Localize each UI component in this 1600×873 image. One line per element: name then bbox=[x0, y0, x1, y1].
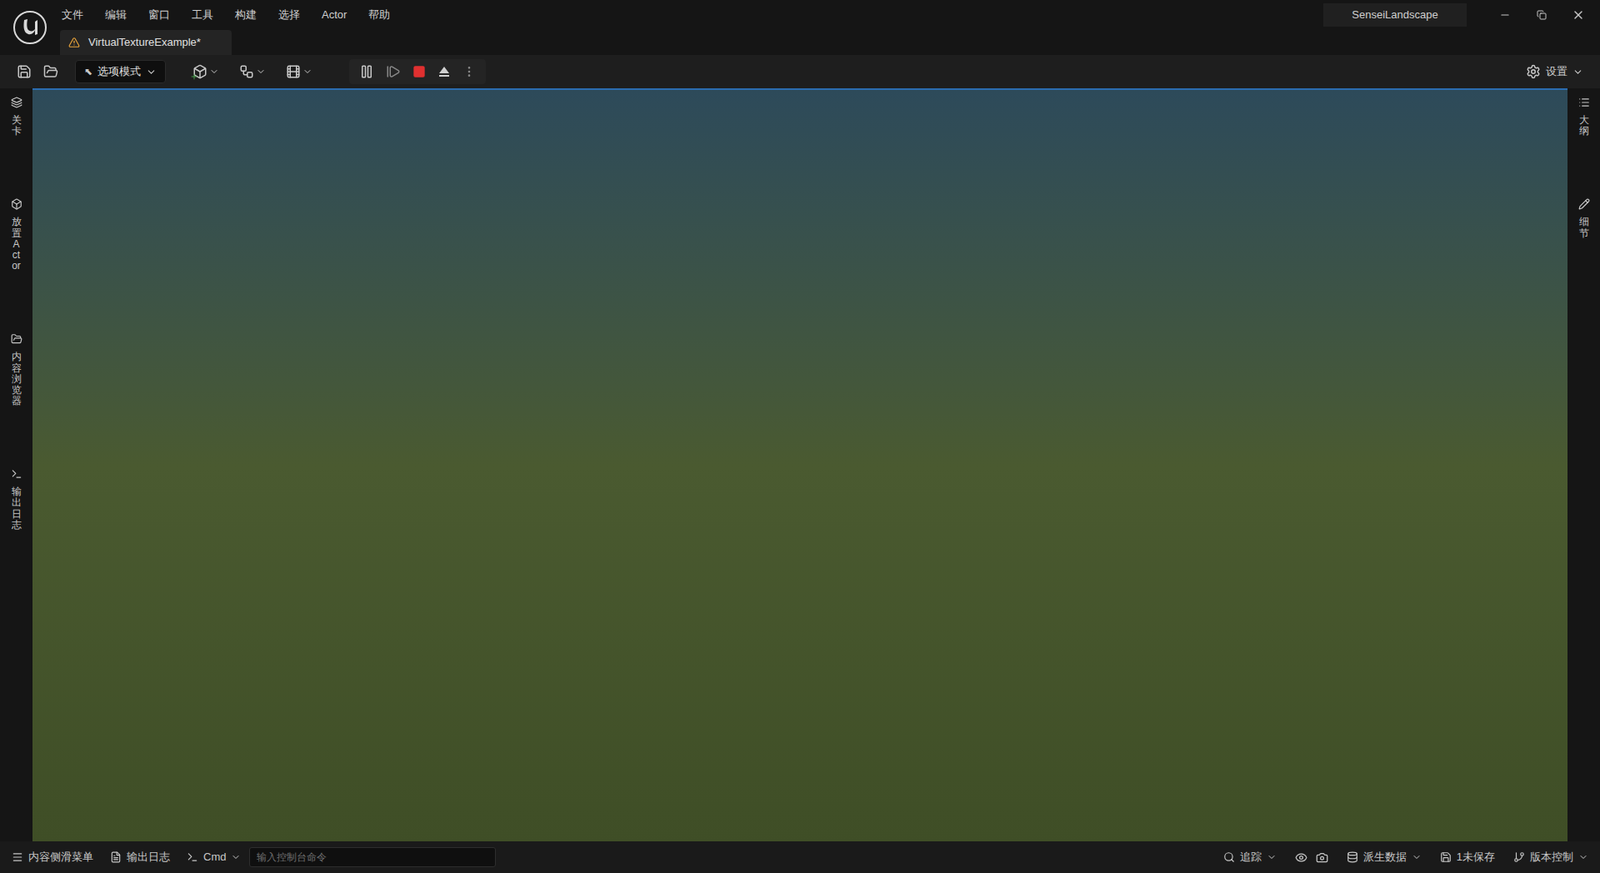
left-rail: 关卡放置Actor 内容浏览器输出日志 bbox=[0, 88, 33, 842]
rail-tab-icon bbox=[1578, 96, 1590, 109]
play-controls bbox=[349, 59, 486, 85]
console-input[interactable]: 输入控制台命令 bbox=[249, 847, 496, 868]
record-icon[interactable] bbox=[1295, 851, 1308, 865]
menu-bar: 文件 编辑 窗口 工具 构建 选择 Actor 帮助 bbox=[60, 6, 390, 24]
menu-item[interactable]: 选择 bbox=[278, 6, 300, 24]
step-icon[interactable] bbox=[385, 64, 401, 80]
maximize-button[interactable] bbox=[1523, 10, 1560, 20]
rail-tab[interactable]: 细节 bbox=[1578, 198, 1590, 239]
screenshot-icon[interactable] bbox=[1315, 851, 1329, 865]
blueprint-icon bbox=[239, 64, 255, 80]
rail-tab-label: 内容浏览器 bbox=[11, 351, 22, 407]
rail-tab[interactable]: 放置Actor bbox=[10, 198, 23, 272]
unsaved-button[interactable]: 1未保存 bbox=[1440, 849, 1495, 866]
rail-tab-label: 关卡 bbox=[11, 115, 22, 137]
menu-item[interactable]: 编辑 bbox=[105, 6, 127, 24]
cinematics-button[interactable] bbox=[285, 64, 313, 80]
rail-tab[interactable]: 输出日志 bbox=[10, 468, 23, 531]
rail-tab-label: 细节 bbox=[1579, 216, 1590, 239]
unreal-editor: 文件 编辑 窗口 工具 构建 选择 Actor 帮助 SenseiLandscape Virtua… bbox=[0, 0, 1600, 873]
rail-tab[interactable]: 大纲 bbox=[1578, 96, 1590, 137]
blueprint-button[interactable] bbox=[239, 64, 266, 80]
output-log-button[interactable]: 输出日志 bbox=[110, 849, 170, 866]
pause-icon[interactable] bbox=[359, 64, 375, 80]
trace-dropdown[interactable]: 追踪 bbox=[1223, 849, 1277, 866]
menu-item[interactable]: 工具 bbox=[191, 6, 214, 24]
rail-tab-icon bbox=[10, 198, 23, 210]
right-rail: 大纲细节 bbox=[1567, 88, 1600, 842]
menu-item[interactable]: 窗口 bbox=[148, 6, 170, 24]
more-icon[interactable] bbox=[462, 65, 476, 79]
rail-tab-label: 输出日志 bbox=[11, 486, 22, 531]
title-bar: 文件 编辑 窗口 工具 构建 选择 Actor 帮助 SenseiLandscape Virtua… bbox=[0, 0, 1600, 55]
menu-item[interactable]: 文件 bbox=[61, 6, 84, 24]
logo-icon bbox=[0, 0, 60, 55]
rail-tab-icon bbox=[1578, 198, 1590, 210]
ddc-dropdown[interactable]: 派生数据 bbox=[1346, 849, 1422, 866]
eject-icon[interactable] bbox=[437, 65, 451, 79]
viewport[interactable] bbox=[32, 88, 1568, 842]
rail-tab-label: 放置Actor bbox=[11, 216, 22, 272]
level-icon bbox=[68, 36, 80, 49]
add-actor-button[interactable] bbox=[192, 64, 220, 80]
menu-item[interactable]: 构建 bbox=[235, 6, 257, 24]
rail-tab-icon bbox=[10, 96, 23, 109]
source-control-dropdown[interactable]: 版本控制 bbox=[1513, 849, 1589, 866]
film-icon bbox=[285, 64, 301, 80]
minimize-button[interactable] bbox=[1486, 9, 1524, 21]
toolbar: ⬉选项模式 设置 bbox=[0, 55, 1600, 89]
close-button[interactable] bbox=[1560, 8, 1597, 22]
status-bar: 内容侧滑菜单输出日志 Cmd 输入控制台命令 追踪 派生数据 1未保存 版本控制 bbox=[0, 841, 1600, 873]
content-drawer-button[interactable]: 内容侧滑菜单 bbox=[11, 849, 94, 866]
cmd-dropdown[interactable]: Cmd bbox=[186, 849, 241, 866]
settings-button[interactable]: 设置 bbox=[1525, 63, 1584, 80]
rail-tab[interactable]: 内容浏览器 bbox=[10, 333, 23, 407]
menu-item[interactable]: 帮助 bbox=[368, 6, 390, 24]
rail-tab-icon bbox=[10, 468, 23, 480]
menu-item[interactable]: Actor bbox=[321, 6, 347, 24]
rail-tab[interactable]: 关卡 bbox=[10, 96, 23, 137]
browse-icon[interactable] bbox=[43, 64, 59, 80]
save-icon[interactable] bbox=[16, 64, 32, 80]
rail-tab-icon bbox=[10, 333, 23, 345]
add-icon bbox=[192, 64, 208, 80]
project-name: SenseiLandscape bbox=[1323, 3, 1467, 27]
stop-icon[interactable] bbox=[412, 65, 426, 79]
mode-dropdown[interactable]: ⬉选项模式 bbox=[75, 60, 166, 84]
level-tab[interactable]: VirtualTextureExample* bbox=[60, 30, 232, 55]
rail-tab-label: 大纲 bbox=[1579, 115, 1590, 137]
